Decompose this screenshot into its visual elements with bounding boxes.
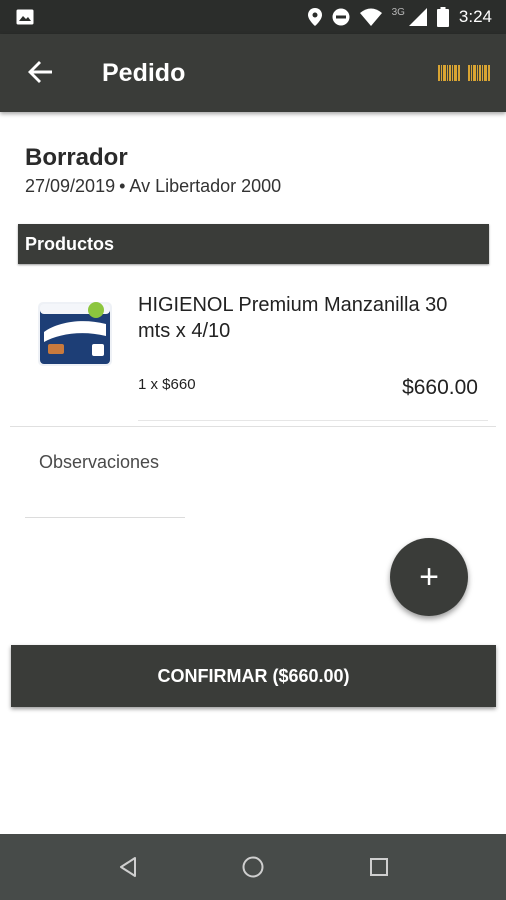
product-total: $660.00 bbox=[402, 376, 478, 399]
app-bar: Pedido bbox=[0, 34, 506, 112]
product-list-item[interactable]: HIGIENOL Premium Manzanilla 30 mts x 4/1… bbox=[10, 278, 496, 428]
signal-icon bbox=[408, 8, 427, 26]
toilet-paper-pack-image bbox=[38, 302, 112, 366]
status-bar: 3G 3:24 bbox=[0, 0, 506, 34]
home-circle-icon[interactable] bbox=[241, 855, 265, 879]
subtitle-separator: • bbox=[119, 176, 126, 196]
observations-placeholder: Observaciones bbox=[39, 452, 160, 472]
page-title: Pedido bbox=[102, 59, 186, 87]
observations-underline bbox=[25, 517, 185, 518]
order-status: Borrador bbox=[25, 144, 128, 171]
order-address: Av Libertador 2000 bbox=[129, 176, 282, 196]
order-subtitle: 27/09/2019 • Av Libertador 2000 bbox=[25, 176, 281, 197]
navigation-bar bbox=[0, 834, 506, 900]
do-not-disturb-icon bbox=[332, 8, 350, 26]
image-icon bbox=[16, 9, 34, 25]
clock: 3:24 bbox=[458, 7, 492, 26]
recents-square-icon[interactable] bbox=[367, 855, 391, 879]
location-icon bbox=[307, 8, 322, 26]
confirm-button[interactable]: CONFIRMAR ($660.00) bbox=[11, 645, 496, 707]
item-divider bbox=[138, 420, 488, 421]
order-header: Borrador 27/09/2019 • Av Libertador 2000 bbox=[25, 142, 281, 197]
back-triangle-icon[interactable] bbox=[116, 855, 140, 879]
barcode-icon[interactable] bbox=[438, 65, 492, 81]
add-product-button[interactable]: + bbox=[390, 538, 468, 616]
back-arrow-icon[interactable] bbox=[24, 56, 56, 88]
plus-icon: + bbox=[419, 558, 439, 596]
product-quantity-price: 1 x $660 bbox=[138, 376, 196, 393]
battery-icon bbox=[436, 7, 449, 27]
section-title: Productos bbox=[25, 234, 115, 254]
order-date: 27/09/2019 bbox=[25, 176, 116, 196]
observations-field[interactable]: Observaciones bbox=[25, 448, 185, 518]
list-divider bbox=[10, 426, 496, 427]
product-name: HIGIENOL Premium Manzanilla 30 mts x 4/1… bbox=[138, 294, 448, 342]
products-section-header: Productos bbox=[18, 224, 489, 264]
wifi-icon bbox=[359, 8, 382, 26]
network-type-label: 3G bbox=[391, 6, 405, 18]
